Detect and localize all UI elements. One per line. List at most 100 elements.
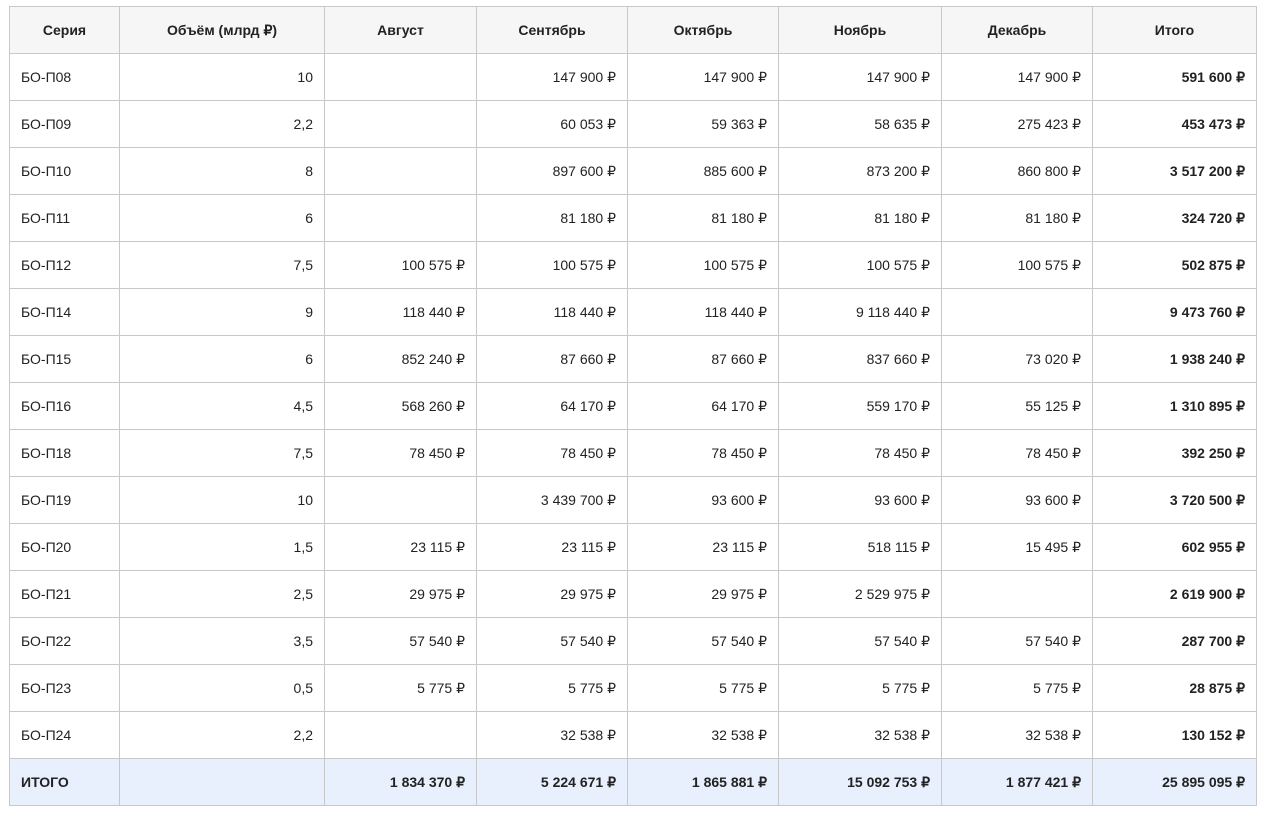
cell-september: 57 540 ₽ <box>476 617 628 665</box>
cell-series: БО-П16 <box>9 382 120 430</box>
cell-october: 64 170 ₽ <box>627 382 779 430</box>
cell-november: 837 660 ₽ <box>778 335 942 383</box>
cell-volume: 2,2 <box>119 100 325 148</box>
cell-september: 147 900 ₽ <box>476 53 628 101</box>
cell-december: 93 600 ₽ <box>941 476 1093 524</box>
table-row: БО-П20 1,5 23 115 ₽23 115 ₽23 115 ₽518 115… <box>9 523 1257 571</box>
cell-august <box>324 100 477 148</box>
cell-total: 1 938 240 ₽ <box>1092 335 1257 383</box>
cell-november: 93 600 ₽ <box>778 476 942 524</box>
cell-volume: 6 <box>119 194 325 242</box>
cell-august: 118 440 ₽ <box>324 288 477 336</box>
cell-total: 3 517 200 ₽ <box>1092 147 1257 195</box>
column-header-december: Декабрь <box>941 6 1093 54</box>
column-header-october: Октябрь <box>627 6 779 54</box>
table-body: БО-П08 10 147 900 ₽147 900 ₽147 900 ₽147 9… <box>9 53 1257 759</box>
cell-august: 100 575 ₽ <box>324 241 477 289</box>
cell-november: 58 635 ₽ <box>778 100 942 148</box>
table-row: БО-П14 9 118 440 ₽118 440 ₽118 440 ₽9 118 … <box>9 288 1257 336</box>
cell-december: 57 540 ₽ <box>941 617 1093 665</box>
cell-series: БО-П12 <box>9 241 120 289</box>
cell-november: 57 540 ₽ <box>778 617 942 665</box>
cell-august: 29 975 ₽ <box>324 570 477 618</box>
cell-volume: 9 <box>119 288 325 336</box>
cell-total: 392 250 ₽ <box>1092 429 1257 477</box>
cell-november: 5 775 ₽ <box>778 664 942 712</box>
table-row: БО-П16 4,5 568 260 ₽64 170 ₽64 170 ₽559 17… <box>9 382 1257 430</box>
cell-december <box>941 288 1093 336</box>
cell-december: 78 450 ₽ <box>941 429 1093 477</box>
cell-series: БО-П20 <box>9 523 120 571</box>
cell-november: 873 200 ₽ <box>778 147 942 195</box>
cell-series: БО-П23 <box>9 664 120 712</box>
cell-august <box>324 194 477 242</box>
totals-label: ИТОГО <box>9 758 120 806</box>
cell-september: 64 170 ₽ <box>476 382 628 430</box>
cell-december: 275 423 ₽ <box>941 100 1093 148</box>
cell-september: 5 775 ₽ <box>476 664 628 712</box>
cell-august: 23 115 ₽ <box>324 523 477 571</box>
cell-total: 324 720 ₽ <box>1092 194 1257 242</box>
cell-total: 502 875 ₽ <box>1092 241 1257 289</box>
cell-total: 602 955 ₽ <box>1092 523 1257 571</box>
totals-december: 1 877 421 ₽ <box>941 758 1093 806</box>
column-header-volume: Объём (млрд ₽) <box>119 6 325 54</box>
cell-october: 87 660 ₽ <box>627 335 779 383</box>
cell-series: БО-П19 <box>9 476 120 524</box>
cell-december: 32 538 ₽ <box>941 711 1093 759</box>
cell-december: 5 775 ₽ <box>941 664 1093 712</box>
cell-october: 29 975 ₽ <box>627 570 779 618</box>
table-row: БО-П12 7,5 100 575 ₽100 575 ₽100 575 ₽100 … <box>9 241 1257 289</box>
cell-november: 32 538 ₽ <box>778 711 942 759</box>
cell-total: 453 473 ₽ <box>1092 100 1257 148</box>
cell-december: 81 180 ₽ <box>941 194 1093 242</box>
cell-total: 1 310 895 ₽ <box>1092 382 1257 430</box>
cell-total: 9 473 760 ₽ <box>1092 288 1257 336</box>
totals-october: 1 865 881 ₽ <box>627 758 779 806</box>
cell-volume: 1,5 <box>119 523 325 571</box>
cell-total: 3 720 500 ₽ <box>1092 476 1257 524</box>
cell-september: 32 538 ₽ <box>476 711 628 759</box>
totals-november: 15 092 753 ₽ <box>778 758 942 806</box>
cell-volume: 4,5 <box>119 382 325 430</box>
cell-august: 78 450 ₽ <box>324 429 477 477</box>
cell-series: БО-П09 <box>9 100 120 148</box>
cell-september: 60 053 ₽ <box>476 100 628 148</box>
cell-december: 55 125 ₽ <box>941 382 1093 430</box>
cell-august <box>324 147 477 195</box>
cell-series: БО-П08 <box>9 53 120 101</box>
cell-volume: 7,5 <box>119 429 325 477</box>
cell-october: 78 450 ₽ <box>627 429 779 477</box>
table-row: БО-П09 2,2 60 053 ₽59 363 ₽58 635 ₽275 423… <box>9 100 1257 148</box>
column-header-september: Сентябрь <box>476 6 628 54</box>
column-header-august: Август <box>324 6 477 54</box>
cell-november: 2 529 975 ₽ <box>778 570 942 618</box>
table-row: БО-П23 0,5 5 775 ₽5 775 ₽5 775 ₽5 775 ₽5 7… <box>9 664 1257 712</box>
cell-august: 568 260 ₽ <box>324 382 477 430</box>
cell-volume: 0,5 <box>119 664 325 712</box>
cell-december: 15 495 ₽ <box>941 523 1093 571</box>
cell-october: 100 575 ₽ <box>627 241 779 289</box>
cell-august <box>324 711 477 759</box>
cell-september: 87 660 ₽ <box>476 335 628 383</box>
cell-december: 860 800 ₽ <box>941 147 1093 195</box>
cell-september: 29 975 ₽ <box>476 570 628 618</box>
table-row: БО-П18 7,5 78 450 ₽78 450 ₽78 450 ₽78 450 … <box>9 429 1257 477</box>
table-row: БО-П11 6 81 180 ₽81 180 ₽81 180 ₽81 180 ₽3… <box>9 194 1257 242</box>
cell-october: 885 600 ₽ <box>627 147 779 195</box>
cell-volume: 6 <box>119 335 325 383</box>
cell-series: БО-П22 <box>9 617 120 665</box>
cell-series: БО-П14 <box>9 288 120 336</box>
cell-total: 591 600 ₽ <box>1092 53 1257 101</box>
cell-volume: 3,5 <box>119 617 325 665</box>
cell-september: 897 600 ₽ <box>476 147 628 195</box>
totals-august: 1 834 370 ₽ <box>324 758 477 806</box>
totals-row: ИТОГО 1 834 370 ₽ 5 224 671 ₽ 1 865 881 … <box>9 758 1257 806</box>
cell-september: 78 450 ₽ <box>476 429 628 477</box>
cell-total: 130 152 ₽ <box>1092 711 1257 759</box>
cell-december: 100 575 ₽ <box>941 241 1093 289</box>
cell-october: 23 115 ₽ <box>627 523 779 571</box>
table-row: БО-П24 2,2 32 538 ₽32 538 ₽32 538 ₽32 538 … <box>9 711 1257 759</box>
cell-volume: 7,5 <box>119 241 325 289</box>
cell-november: 518 115 ₽ <box>778 523 942 571</box>
